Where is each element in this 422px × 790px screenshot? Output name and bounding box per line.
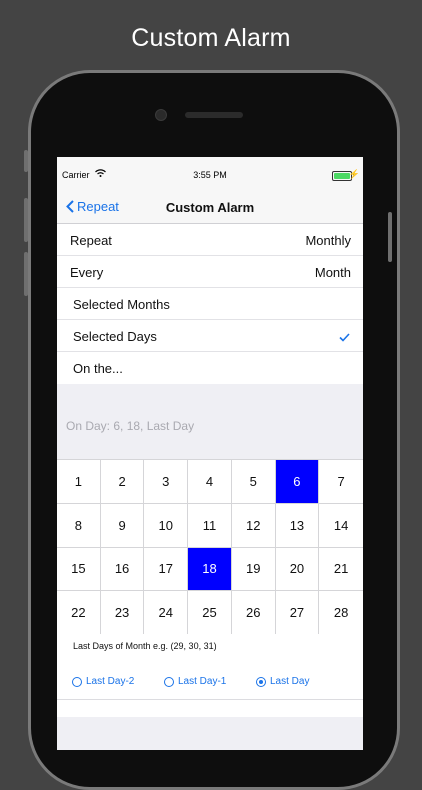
day-cell-9[interactable]: 9 [100,503,145,548]
day-cell-4[interactable]: 4 [188,460,232,504]
selected-months-label: Selected Months [73,297,170,312]
radio-last-day[interactable]: Last Day [256,676,309,687]
day-cell-2[interactable]: 2 [100,460,145,504]
day-cell-28[interactable]: 28 [319,591,363,635]
back-button-label: Repeat [77,199,119,214]
divider [57,699,363,700]
front-camera [155,109,167,121]
status-time: 3:55 PM [193,170,227,180]
side-button [388,212,392,262]
promo-title: Custom Alarm [131,24,291,52]
volume-down-button [24,252,28,296]
day-cell-15[interactable]: 15 [57,547,101,592]
day-cell-25[interactable]: 25 [188,591,232,635]
radio-selected-icon [256,676,266,687]
every-row[interactable]: Every Month [57,256,363,288]
day-cell-19[interactable]: 19 [231,547,276,592]
day-cell-7[interactable]: 7 [319,460,363,504]
every-value: Month [314,265,351,280]
checkmark-icon [339,330,350,345]
day-cell-5[interactable]: 5 [231,460,276,504]
last-days-hint: Last Days of Month e.g. (29, 30, 31) [73,641,217,651]
day-cell-20[interactable]: 20 [275,547,320,592]
repeat-label: Repeat [70,233,112,248]
day-cell-14[interactable]: 14 [319,503,363,548]
chevron-left-icon [66,199,74,216]
status-bar: Carrier 3:55 PM ⚡ [57,157,363,191]
day-cell-24[interactable]: 24 [144,591,189,635]
day-cell-12[interactable]: 12 [231,503,276,548]
radio-last-day-minus-2[interactable]: Last Day-2 [72,676,134,687]
day-cell-8[interactable]: 8 [57,503,101,548]
selected-days-label: Selected Days [73,329,157,344]
mute-switch [24,150,28,172]
every-label: Every [70,265,104,280]
radio-label: Last Day-1 [178,676,227,687]
navigation-bar: Repeat Custom Alarm [57,191,363,224]
radio-label: Last Day-2 [86,676,135,687]
day-cell-6[interactable]: 6 [275,460,320,504]
selected-days-row[interactable]: Selected Days [57,320,363,352]
on-the-label: On the... [73,361,123,376]
selected-days-summary: On Day: 6, 18, Last Day [66,419,195,433]
day-cell-27[interactable]: 27 [275,591,320,635]
day-cell-26[interactable]: 26 [231,591,276,635]
last-day-options: Last Day-2 Last Day-1 Last Day [57,676,363,694]
volume-up-button [24,198,28,242]
settings-list: Repeat Monthly Every Month Selected Mont… [57,224,363,384]
day-cell-13[interactable]: 13 [275,503,320,548]
radio-last-day-minus-1[interactable]: Last Day-1 [164,676,226,687]
charging-icon: ⚡ [348,169,360,179]
day-cell-16[interactable]: 16 [100,547,145,592]
day-cell-17[interactable]: 17 [144,547,189,592]
radio-circle-icon [164,676,174,687]
day-cell-21[interactable]: 21 [319,547,363,592]
day-picker-grid: 1 2 3 4 5 6 7 8 9 10 11 12 13 14 15 16 17 18 19 20 21 22 23 24 2… [57,459,363,635]
phone-screen: Carrier 3:55 PM ⚡ Repeat Custom Alarm Re… [57,157,363,750]
day-cell-22[interactable]: 22 [57,591,101,635]
day-cell-11[interactable]: 11 [188,503,232,548]
radio-label: Last Day [270,676,310,687]
back-button[interactable]: Repeat [66,199,119,216]
radio-circle-icon [72,676,82,687]
day-cell-23[interactable]: 23 [100,591,145,635]
selected-months-row[interactable]: Selected Months [57,288,363,320]
day-cell-3[interactable]: 3 [144,460,189,504]
earpiece-speaker [185,112,243,118]
last-days-section: Last Days of Month e.g. (29, 30, 31) Las… [57,634,363,717]
repeat-row[interactable]: Repeat Monthly [57,224,363,256]
day-cell-18[interactable]: 18 [188,547,232,592]
on-the-row[interactable]: On the... [57,352,363,384]
day-cell-1[interactable]: 1 [57,460,101,504]
day-cell-10[interactable]: 10 [144,503,189,548]
repeat-value: Monthly [305,233,351,248]
